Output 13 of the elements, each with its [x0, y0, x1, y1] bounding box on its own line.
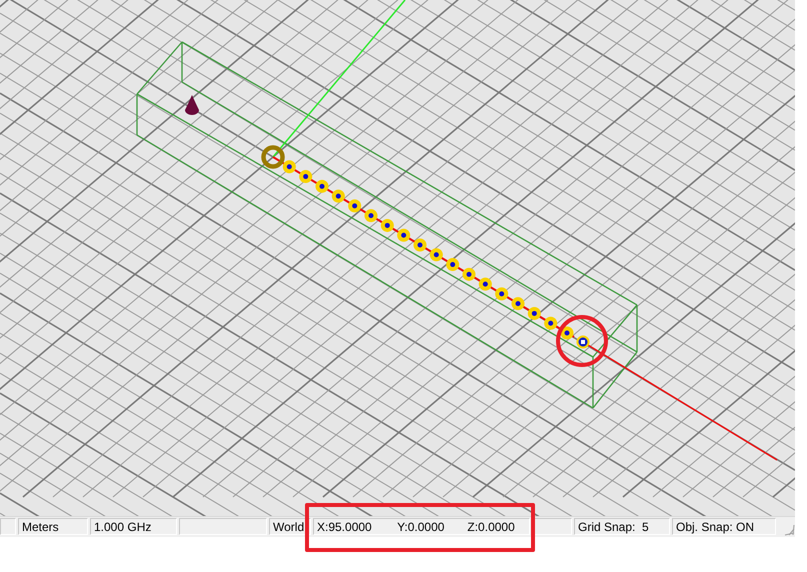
coordinate-text: Y:0.0000	[397, 520, 446, 533]
status-panel: Meters	[18, 518, 88, 535]
status-panel: Obj. Snap: ON	[672, 518, 776, 535]
drop-marker-icon[interactable]	[185, 95, 199, 115]
status-panel: Grid Snap: 5	[574, 518, 670, 535]
coordinate-text: Z:0.0000	[467, 520, 516, 533]
coordinate-text: X:95.0000	[317, 520, 373, 533]
end-point-marker[interactable]	[576, 336, 590, 348]
highlight-circle	[556, 315, 608, 367]
status-panel: 1.000 GHz	[90, 518, 177, 535]
empty-status-panel	[0, 518, 16, 535]
status-panel: World	[269, 518, 311, 535]
feed-point-marker[interactable]	[261, 145, 285, 169]
